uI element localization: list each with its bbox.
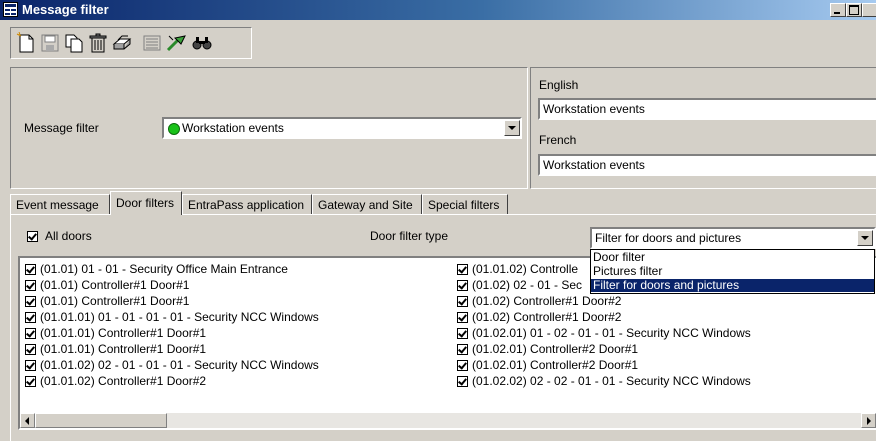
maximize-button[interactable] (846, 3, 862, 17)
chevron-down-icon[interactable] (857, 230, 873, 246)
tab-gateway-and-site[interactable]: Gateway and Site (312, 194, 422, 214)
app-icon (3, 2, 18, 17)
door-label: (01.02.02) 02 - 02 - 01 - 01 - Security … (472, 374, 751, 388)
door-checkbox[interactable] (457, 344, 468, 355)
scroll-left-button[interactable] (20, 413, 35, 428)
door-label: (01.02) Controller#1 Door#2 (472, 310, 622, 324)
scroll-right-button[interactable] (861, 413, 876, 428)
door-checkbox[interactable] (25, 360, 36, 371)
door-checkbox[interactable] (457, 312, 468, 323)
find-icon[interactable] (191, 32, 213, 54)
tab-event-message[interactable]: Event message (10, 194, 110, 214)
door-label: (01.01.01) Controller#1 Door#1 (40, 342, 207, 356)
door-label: (01.01.02) Controller#1 Door#2 (40, 374, 207, 388)
tab-entrapass-application[interactable]: EntraPass application (182, 194, 312, 214)
save-icon[interactable] (39, 32, 61, 54)
chevron-down-icon[interactable] (504, 120, 520, 136)
copy-icon[interactable] (63, 32, 85, 54)
message-filter-value: Workstation events (182, 121, 284, 135)
french-value: Workstation events (543, 158, 645, 172)
option-filter-doors-pictures[interactable]: Filter for doors and pictures (591, 279, 874, 292)
english-field[interactable]: Workstation events (538, 98, 876, 120)
message-filter-label: Message filter (24, 121, 99, 135)
tab-door-filters[interactable]: Door filters (110, 191, 182, 215)
door-filter-type-value: Filter for doors and pictures (595, 231, 742, 245)
toolbar-button-group (10, 27, 252, 59)
door-checkbox[interactable] (457, 360, 468, 371)
door-label: (01.02.01) Controller#2 Door#1 (472, 358, 639, 372)
door-filter-type-dropdown: Door filter Pictures filter Filter for d… (590, 249, 875, 294)
door-checkbox[interactable] (457, 264, 468, 275)
english-label: English (539, 78, 579, 92)
door-checkbox[interactable] (25, 264, 36, 275)
new-icon[interactable] (15, 31, 37, 54)
door-filter-type-label: Door filter type (370, 229, 449, 243)
scroll-thumb[interactable] (35, 413, 167, 428)
door-label: (01.01.02) 02 - 01 - 01 - 01 - Security … (40, 358, 319, 372)
door-label: (01.02.01) Controller#2 Door#1 (472, 342, 639, 356)
french-label: French (539, 133, 577, 147)
door-label: (01.02.01) 01 - 02 - 01 - 01 - Security … (472, 326, 751, 340)
door-label: (01.01.01) 01 - 01 - 01 - 01 - Security … (40, 310, 319, 324)
door-checkbox[interactable] (25, 344, 36, 355)
door-label: (01.01.01) Controller#1 Door#1 (40, 326, 207, 340)
message-filter-select[interactable]: Workstation events (162, 117, 522, 139)
option-door-filter[interactable]: Door filter (591, 251, 874, 264)
filter-panel: Message filter Workstation events (10, 67, 528, 189)
delete-icon[interactable] (87, 32, 109, 54)
list-icon[interactable] (141, 32, 163, 54)
door-label: (01.02) Controller#1 Door#2 (472, 294, 622, 308)
door-checkbox[interactable] (25, 280, 36, 291)
door-checkbox[interactable] (25, 312, 36, 323)
door-checkbox[interactable] (25, 376, 36, 387)
door-label: (01.02) 02 - 01 - Sec (472, 278, 583, 292)
door-checkbox[interactable] (457, 328, 468, 339)
door-checkbox[interactable] (25, 328, 36, 339)
door-checkbox[interactable] (457, 296, 468, 307)
door-label: (01.01) 01 - 01 - Security Office Main E… (40, 262, 288, 276)
option-pictures-filter[interactable]: Pictures filter (591, 265, 874, 278)
door-checkbox[interactable] (457, 280, 468, 291)
title-bar[interactable]: Message filter (0, 0, 876, 20)
all-doors-checkbox[interactable] (27, 231, 38, 242)
horizontal-scrollbar[interactable] (20, 413, 876, 428)
door-label: (01.01) Controller#1 Door#1 (40, 278, 190, 292)
minimize-button[interactable] (830, 3, 846, 17)
french-field[interactable]: Workstation events (538, 154, 876, 176)
link-icon[interactable] (165, 32, 187, 54)
tab-special-filters[interactable]: Special filters (422, 194, 508, 214)
door-filter-type-select[interactable]: Filter for doors and pictures (590, 227, 876, 249)
door-label: (01.01) Controller#1 Door#1 (40, 294, 190, 308)
english-value: Workstation events (543, 102, 645, 116)
toolbar (0, 22, 876, 64)
door-label: (01.01.02) Controlle (472, 262, 579, 276)
print-icon[interactable] (111, 32, 133, 54)
all-doors-label: All doors (45, 229, 92, 243)
door-checkbox[interactable] (25, 296, 36, 307)
window-title: Message filter (22, 2, 109, 17)
language-panel: English Workstation events French Workst… (530, 67, 876, 189)
status-dot-icon (168, 123, 180, 135)
close-button[interactable] (862, 3, 876, 17)
door-checkbox[interactable] (457, 376, 468, 387)
